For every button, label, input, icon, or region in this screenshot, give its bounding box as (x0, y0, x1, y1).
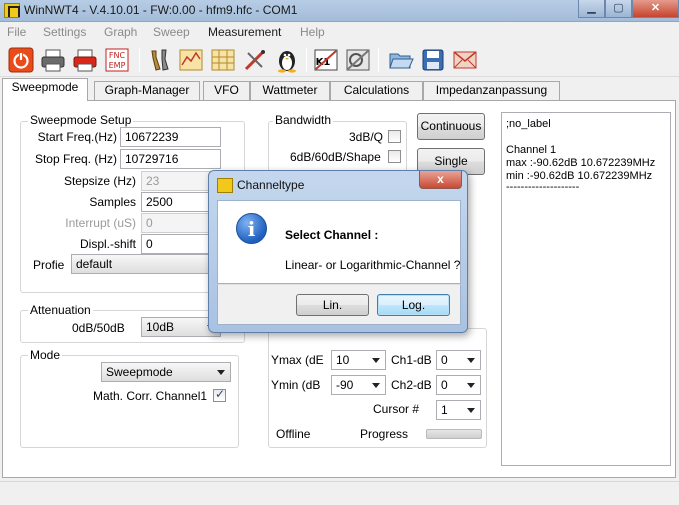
memo-line: Channel 1 (506, 144, 557, 156)
cursor-select[interactable]: 1 (436, 400, 481, 420)
cursor-label: Cursor # (373, 402, 420, 416)
dialog-close-button[interactable]: x (419, 171, 462, 189)
start-freq-label: Start Freq.(Hz) (37, 130, 117, 144)
chart-icon[interactable] (178, 47, 204, 73)
toolbar-separator (306, 48, 307, 72)
progress-label: Progress (360, 427, 409, 441)
calibration-icon[interactable] (345, 47, 371, 73)
func-emp-icon[interactable]: FNC EMP (104, 47, 130, 73)
func-label: FNC (109, 51, 126, 60)
printer-icon[interactable] (40, 47, 66, 73)
stop-freq-input[interactable]: 10729716 (120, 149, 221, 169)
interrupt-label: Interrupt (uS) (65, 216, 136, 230)
math-corr-checkbox[interactable] (213, 387, 226, 402)
start-freq-input[interactable]: 10672239 (120, 127, 221, 147)
memo-line: max :-90.62dB 10.672239MHz (506, 157, 656, 169)
emp-label: EMP (109, 61, 126, 70)
linux-penguin-icon[interactable] (274, 47, 300, 73)
tab-vfo[interactable]: VFO (203, 81, 250, 100)
shape-label: 6dB/60dB/Shape (290, 150, 381, 164)
print-pdf-icon[interactable] (72, 47, 98, 73)
offline-label: Offline (276, 427, 311, 441)
displ-shift-label: Displ.-shift (79, 237, 136, 251)
power-icon[interactable] (8, 47, 34, 73)
ch1-db-select[interactable]: 0 (436, 350, 481, 370)
stop-freq-label: Stop Freq. (Hz) (34, 152, 117, 166)
menu-sweep[interactable]: Sweep (153, 25, 190, 39)
tab-calculations[interactable]: Calculations (330, 81, 423, 100)
channeltype-dialog: Channeltype x i Select Channel : Linear-… (208, 170, 468, 333)
ymax-label: Ymax (dE (271, 353, 324, 367)
progress-bar (426, 429, 482, 439)
ymin-label: Ymin (dB (271, 378, 321, 392)
ymin-select[interactable]: -90 (331, 375, 386, 395)
attenuation-title: Attenuation (28, 303, 93, 317)
tab-impedanzanpassung[interactable]: Impedanzanpassung (423, 81, 560, 100)
save-disk-icon[interactable] (420, 47, 446, 73)
menu-file[interactable]: File (7, 25, 26, 39)
ch2-db-select[interactable]: 0 (436, 375, 481, 395)
minimize-button[interactable]: ▁ (578, 0, 605, 18)
title-bar: WinNWT4 - V.4.10.01 - FW:0.00 - hfm9.hfc… (0, 0, 679, 22)
probe-icon[interactable] (242, 47, 268, 73)
toolbar-separator (139, 48, 140, 72)
dialog-body: i Select Channel : Linear- or Logarithmi… (217, 200, 461, 284)
lin-button[interactable]: Lin. (296, 294, 369, 316)
dialog-heading: Select Channel : (285, 228, 379, 242)
envelope-icon[interactable] (452, 47, 478, 73)
status-bar (0, 481, 679, 505)
dialog-footer: Lin. Log. (217, 284, 461, 325)
mode-title: Mode (28, 348, 63, 362)
dialog-app-icon (217, 178, 233, 193)
close-button[interactable]: ✕ (632, 0, 679, 18)
menu-graph[interactable]: Graph (104, 25, 137, 39)
continuous-button[interactable]: Continuous (417, 113, 485, 140)
k1-calibration-icon[interactable]: K1 (313, 47, 339, 73)
menu-bar: File Settings Graph Sweep Measurement He… (0, 22, 679, 42)
open-folder-icon[interactable] (388, 47, 414, 73)
q3db-checkbox[interactable] (388, 130, 401, 143)
ymax-select[interactable]: 10 (331, 350, 386, 370)
memo-line: ;no_label (506, 118, 551, 130)
profile-label: Profie (33, 258, 65, 272)
dialog-message: Linear- or Logarithmic-Channel ? (285, 258, 461, 272)
toolbar: FNCEMP K1 (0, 43, 679, 77)
info-icon: i (236, 213, 267, 244)
stepsize-label: Stepsize (Hz) (63, 174, 136, 188)
dialog-title: Channeltype (237, 178, 305, 192)
memo-line: -------------------- (506, 181, 580, 193)
toolbar-separator (378, 48, 379, 72)
ch1-db-label: Ch1-dB (391, 353, 432, 367)
samples-label: Samples (89, 195, 136, 209)
app-icon (4, 3, 20, 18)
menu-settings[interactable]: Settings (43, 25, 86, 39)
tab-graph-manager[interactable]: Graph-Manager (94, 81, 200, 100)
tab-wattmeter[interactable]: Wattmeter (250, 81, 330, 100)
q3db-label: 3dB/Q (349, 130, 384, 144)
ch2-db-label: Ch2-dB (391, 378, 432, 392)
sweepmode-setup-title: Sweepmode Setup (28, 113, 134, 127)
math-corr-label: Math. Corr. Channel1 (93, 389, 208, 403)
shape-checkbox[interactable] (388, 150, 401, 163)
chart-grid-icon[interactable] (210, 47, 236, 73)
tab-sweepmode[interactable]: Sweepmode (2, 78, 88, 101)
mode-select[interactable]: Sweepmode (101, 362, 231, 382)
bandwidth-title: Bandwidth (273, 113, 334, 127)
log-button[interactable]: Log. (377, 294, 450, 316)
menu-help[interactable]: Help (300, 25, 325, 39)
attenuation-label: 0dB/50dB (72, 321, 125, 335)
maximize-button[interactable]: ▢ (605, 0, 632, 18)
menu-measurement[interactable]: Measurement (208, 25, 281, 39)
window-title: WinNWT4 - V.4.10.01 - FW:0.00 - hfm9.hfc… (24, 3, 298, 17)
results-memo[interactable]: ;no_label Channel 1 max :-90.62dB 10.672… (501, 112, 671, 466)
tools-icon[interactable] (146, 47, 172, 73)
